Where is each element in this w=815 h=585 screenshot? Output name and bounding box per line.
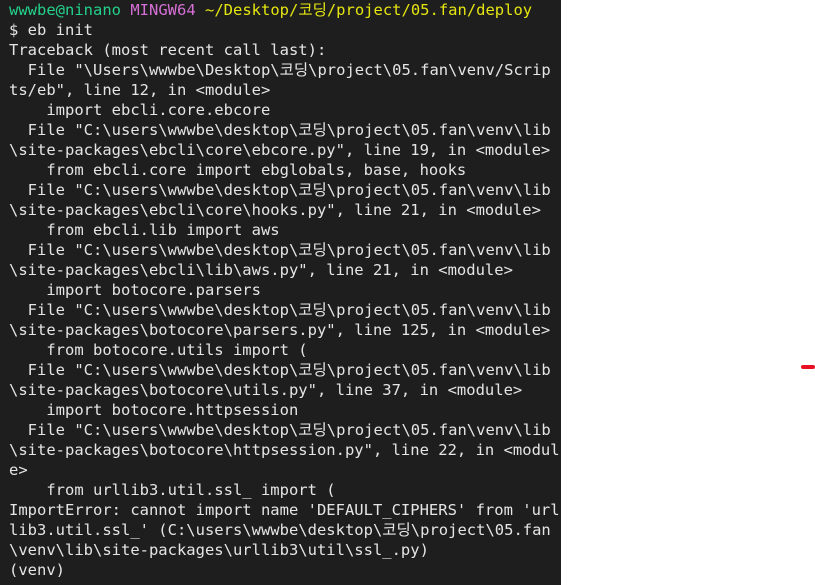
traceback-line: import botocore.parsers	[9, 281, 261, 299]
traceback-line: File "C:\users\wwwbe\desktop\코딩\project\…	[9, 241, 551, 259]
traceback-line: File "C:\users\wwwbe\desktop\코딩\project\…	[9, 301, 551, 319]
terminal-output[interactable]: wwwbe@ninano MINGW64 ~/Desktop/코딩/projec…	[0, 0, 561, 585]
traceback-line: from ebcli.lib import aws	[9, 221, 280, 239]
traceback-header: Traceback (most recent call last):	[9, 41, 327, 59]
traceback-line: \site-packages\ebcli\core\hooks.py", lin…	[9, 201, 541, 219]
traceback-line: File "C:\users\wwwbe\desktop\코딩\project\…	[9, 121, 551, 139]
traceback-line: File "C:\users\wwwbe\desktop\코딩\project\…	[9, 181, 551, 199]
venv-indicator: (venv)	[9, 561, 65, 579]
red-annotation-mark	[801, 365, 815, 369]
import-error-line: \venv\lib\site-packages\urllib3\util\ssl…	[9, 541, 429, 559]
prompt-system: MINGW64	[130, 1, 196, 19]
traceback-line: e>	[9, 461, 28, 479]
traceback-line: \site-packages\ebcli\lib\aws.py", line 2…	[9, 261, 513, 279]
command-line: $ eb init	[9, 21, 93, 39]
traceback-line: import ebcli.core.ebcore	[9, 101, 271, 119]
import-error-line: lib3.util.ssl_' (C:\users\wwwbe\desktop\…	[9, 521, 551, 539]
traceback-line: \site-packages\ebcli\core\ebcore.py", li…	[9, 141, 551, 159]
traceback-line: \site-packages\botocore\parsers.py", lin…	[9, 321, 551, 339]
traceback-line: import botocore.httpsession	[9, 401, 299, 419]
import-error-line: ImportError: cannot import name 'DEFAULT…	[9, 501, 560, 519]
traceback-line: File "C:\users\wwwbe\desktop\코딩\project\…	[9, 421, 551, 439]
traceback-line: from ebcli.core import ebglobals, base, …	[9, 161, 467, 179]
traceback-line: File "\Users\wwwbe\Desktop\코딩\project\05…	[9, 61, 551, 79]
traceback-line: \site-packages\botocore\httpsession.py",…	[9, 441, 560, 459]
prompt-user-host: wwwbe@ninano	[9, 1, 121, 19]
shell-prompt: wwwbe@ninano MINGW64 ~/Desktop/코딩/projec…	[9, 0, 561, 20]
traceback-line: from urllib3.util.ssl_ import (	[9, 481, 336, 499]
traceback-line: from botocore.utils import (	[9, 341, 308, 359]
traceback-line: \site-packages\botocore\utils.py", line …	[9, 381, 523, 399]
traceback-line: File "C:\users\wwwbe\desktop\코딩\project\…	[9, 361, 551, 379]
traceback-line: ts/eb", line 12, in <module>	[9, 81, 271, 99]
prompt-path: ~/Desktop/코딩/project/05.fan/deploy	[205, 1, 533, 19]
blank-area	[561, 0, 815, 585]
